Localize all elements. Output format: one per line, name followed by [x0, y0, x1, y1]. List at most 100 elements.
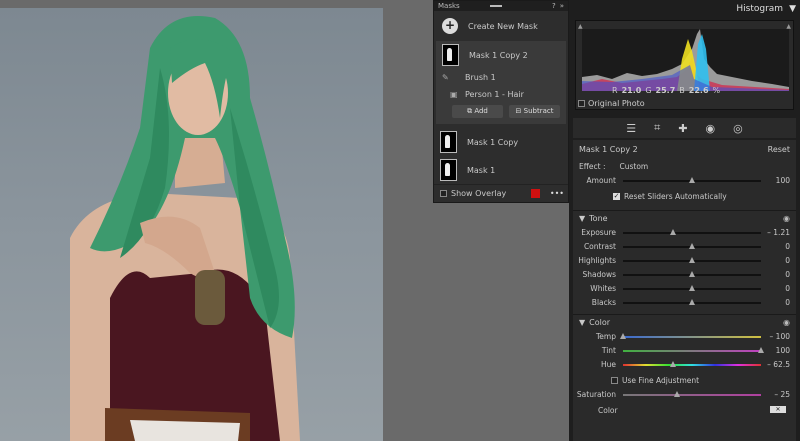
slider-thumb[interactable]	[689, 285, 695, 291]
exposure-slider[interactable]: Exposure – 1.21	[573, 226, 796, 240]
reset-button[interactable]: Reset	[768, 145, 790, 154]
shadows-slider[interactable]: Shadows 0	[573, 268, 796, 282]
slider-thumb[interactable]	[689, 271, 695, 277]
fine-adjustment-label: Use Fine Adjustment	[622, 375, 700, 385]
mask-item[interactable]: Mask 1	[434, 156, 568, 184]
photo-preview[interactable]	[0, 8, 383, 441]
mask-name: Mask 1 Copy 2	[579, 144, 638, 154]
effect-preset-dropdown[interactable]: Custom	[620, 162, 649, 171]
mask-component-brush[interactable]: ✎ Brush 1	[436, 69, 566, 86]
add-button[interactable]: ⧉ Add	[452, 105, 503, 118]
masking-icon[interactable]: ◎	[733, 122, 743, 135]
slider-value[interactable]: 0	[785, 270, 790, 279]
original-photo-toggle[interactable]: Original Photo	[578, 99, 645, 108]
slider-label: Tint	[601, 346, 616, 355]
temp-slider[interactable]: Temp – 100	[573, 330, 796, 344]
tool-strip: ☰ ⌗ ✚ ◉ ◎	[573, 118, 796, 138]
slider-thumb[interactable]	[689, 243, 695, 249]
highlight-clip-icon[interactable]: ▲	[786, 23, 791, 30]
slider-value[interactable]: 0	[785, 298, 790, 307]
mask-thumbnail	[442, 44, 459, 66]
slider-track[interactable]	[623, 350, 761, 352]
mask-item-label: Mask 1	[467, 165, 496, 175]
original-photo-checkbox[interactable]	[578, 100, 585, 107]
mask-component-person[interactable]: ▣ Person 1 - Hair	[436, 86, 566, 103]
more-options-icon[interactable]: •••	[550, 189, 564, 198]
portrait-image	[70, 16, 300, 441]
slider-thumb[interactable]	[620, 333, 626, 339]
tone-section-header[interactable]: ▼ Tone ◉	[573, 210, 796, 226]
tint-slider[interactable]: Tint 100	[573, 344, 796, 358]
color-section-header[interactable]: ▼ Color ◉	[573, 314, 796, 330]
slider-value[interactable]: – 62.5	[767, 360, 790, 369]
mask-item-label: Mask 1 Copy 2	[469, 50, 528, 60]
slider-track[interactable]	[623, 336, 761, 338]
slider-thumb[interactable]	[758, 347, 764, 353]
effect-label: Effect :	[579, 161, 606, 171]
slider-value[interactable]: 0	[785, 256, 790, 265]
plus-icon: +	[442, 18, 458, 34]
color-swatch-picker[interactable]: ✕	[770, 406, 786, 413]
rgb-readout: R 21.0 G 25.7 B 22.6 %	[612, 86, 721, 95]
eye-icon[interactable]: ◉	[783, 214, 790, 223]
slider-thumb[interactable]	[689, 257, 695, 263]
histogram-title: Histogram	[736, 4, 784, 14]
crop-icon[interactable]: ⌗	[654, 121, 660, 135]
whites-slider[interactable]: Whites 0	[573, 282, 796, 296]
slider-label: Temp	[596, 332, 616, 341]
person-icon: ▣	[450, 90, 458, 99]
create-new-mask-button[interactable]: + Create New Mask	[434, 11, 568, 41]
histogram-header[interactable]: Histogram ▼	[569, 0, 800, 18]
slider-track[interactable]	[623, 364, 761, 366]
slider-thumb[interactable]	[669, 229, 676, 235]
eye-icon[interactable]: ◉	[783, 318, 790, 327]
show-overlay-label: Show Overlay	[451, 189, 507, 198]
blacks-slider[interactable]: Blacks 0	[573, 296, 796, 310]
tone-disclosure-icon[interactable]: ▼	[579, 214, 585, 223]
subtract-button[interactable]: ⊟ Subtract	[509, 105, 560, 118]
mask-item-label: Mask 1 Copy	[467, 137, 519, 147]
hue-slider[interactable]: Hue – 62.5	[573, 358, 796, 372]
show-overlay-checkbox[interactable]	[440, 190, 447, 197]
slider-value[interactable]: – 1.21	[767, 228, 790, 237]
slider-value[interactable]: – 100	[770, 332, 790, 341]
shadow-clip-icon[interactable]: ▲	[578, 23, 583, 30]
reset-sliders-label: Reset Sliders Automatically	[624, 191, 727, 201]
mask-thumbnail	[440, 159, 457, 181]
color-disclosure-icon[interactable]: ▼	[579, 318, 585, 327]
healing-icon[interactable]: ✚	[678, 122, 687, 135]
mask-adjustments-panel: Mask 1 Copy 2 Reset Effect : Custom Amou…	[573, 140, 796, 441]
slider-label: Blacks	[591, 298, 616, 307]
slider-value[interactable]: 100	[776, 346, 790, 355]
collapse-triangle-icon[interactable]: ▼	[789, 4, 796, 14]
contrast-slider[interactable]: Contrast 0	[573, 240, 796, 254]
edit-sliders-icon[interactable]: ☰	[626, 122, 636, 135]
mask-item[interactable]: Mask 1 Copy	[434, 128, 568, 156]
color-label: Color	[598, 406, 618, 415]
red-eye-icon[interactable]: ◉	[706, 122, 716, 135]
slider-thumb[interactable]	[669, 361, 676, 367]
slider-thumb[interactable]	[689, 299, 695, 305]
collapse-icon[interactable]: »	[560, 2, 564, 10]
slider-value[interactable]: 0	[785, 284, 790, 293]
highlights-slider[interactable]: Highlights 0	[573, 254, 796, 268]
slider-label: Highlights	[578, 256, 616, 265]
mask-item-active[interactable]: Mask 1 Copy 2 ✎ Brush 1 ▣ Person 1 - Hai…	[436, 41, 566, 124]
overlay-color-swatch[interactable]	[530, 189, 540, 198]
mask-thumbnail	[440, 131, 457, 153]
saturation-slider[interactable]: Saturation – 25	[573, 388, 796, 402]
amount-slider[interactable]: Amount 100	[573, 174, 796, 188]
slider-label: Whites	[590, 284, 616, 293]
fine-adjustment-checkbox[interactable]	[611, 376, 618, 384]
drag-handle[interactable]	[489, 5, 502, 7]
slider-label: Contrast	[583, 242, 616, 251]
slider-track[interactable]	[623, 232, 761, 234]
slider-label: Hue	[600, 360, 616, 369]
component-label: Person 1 - Hair	[465, 90, 524, 99]
reset-sliders-checkbox[interactable]: ✓	[613, 192, 620, 200]
right-panel: Histogram ▼ ▲ ▲ R 21.0 G 25.7 B 22.6 % O…	[569, 0, 800, 441]
slider-value[interactable]: 0	[785, 242, 790, 251]
masks-titlebar[interactable]: Masks ? »	[434, 1, 568, 11]
help-icon[interactable]: ?	[552, 2, 556, 10]
histogram-graph	[582, 29, 789, 91]
